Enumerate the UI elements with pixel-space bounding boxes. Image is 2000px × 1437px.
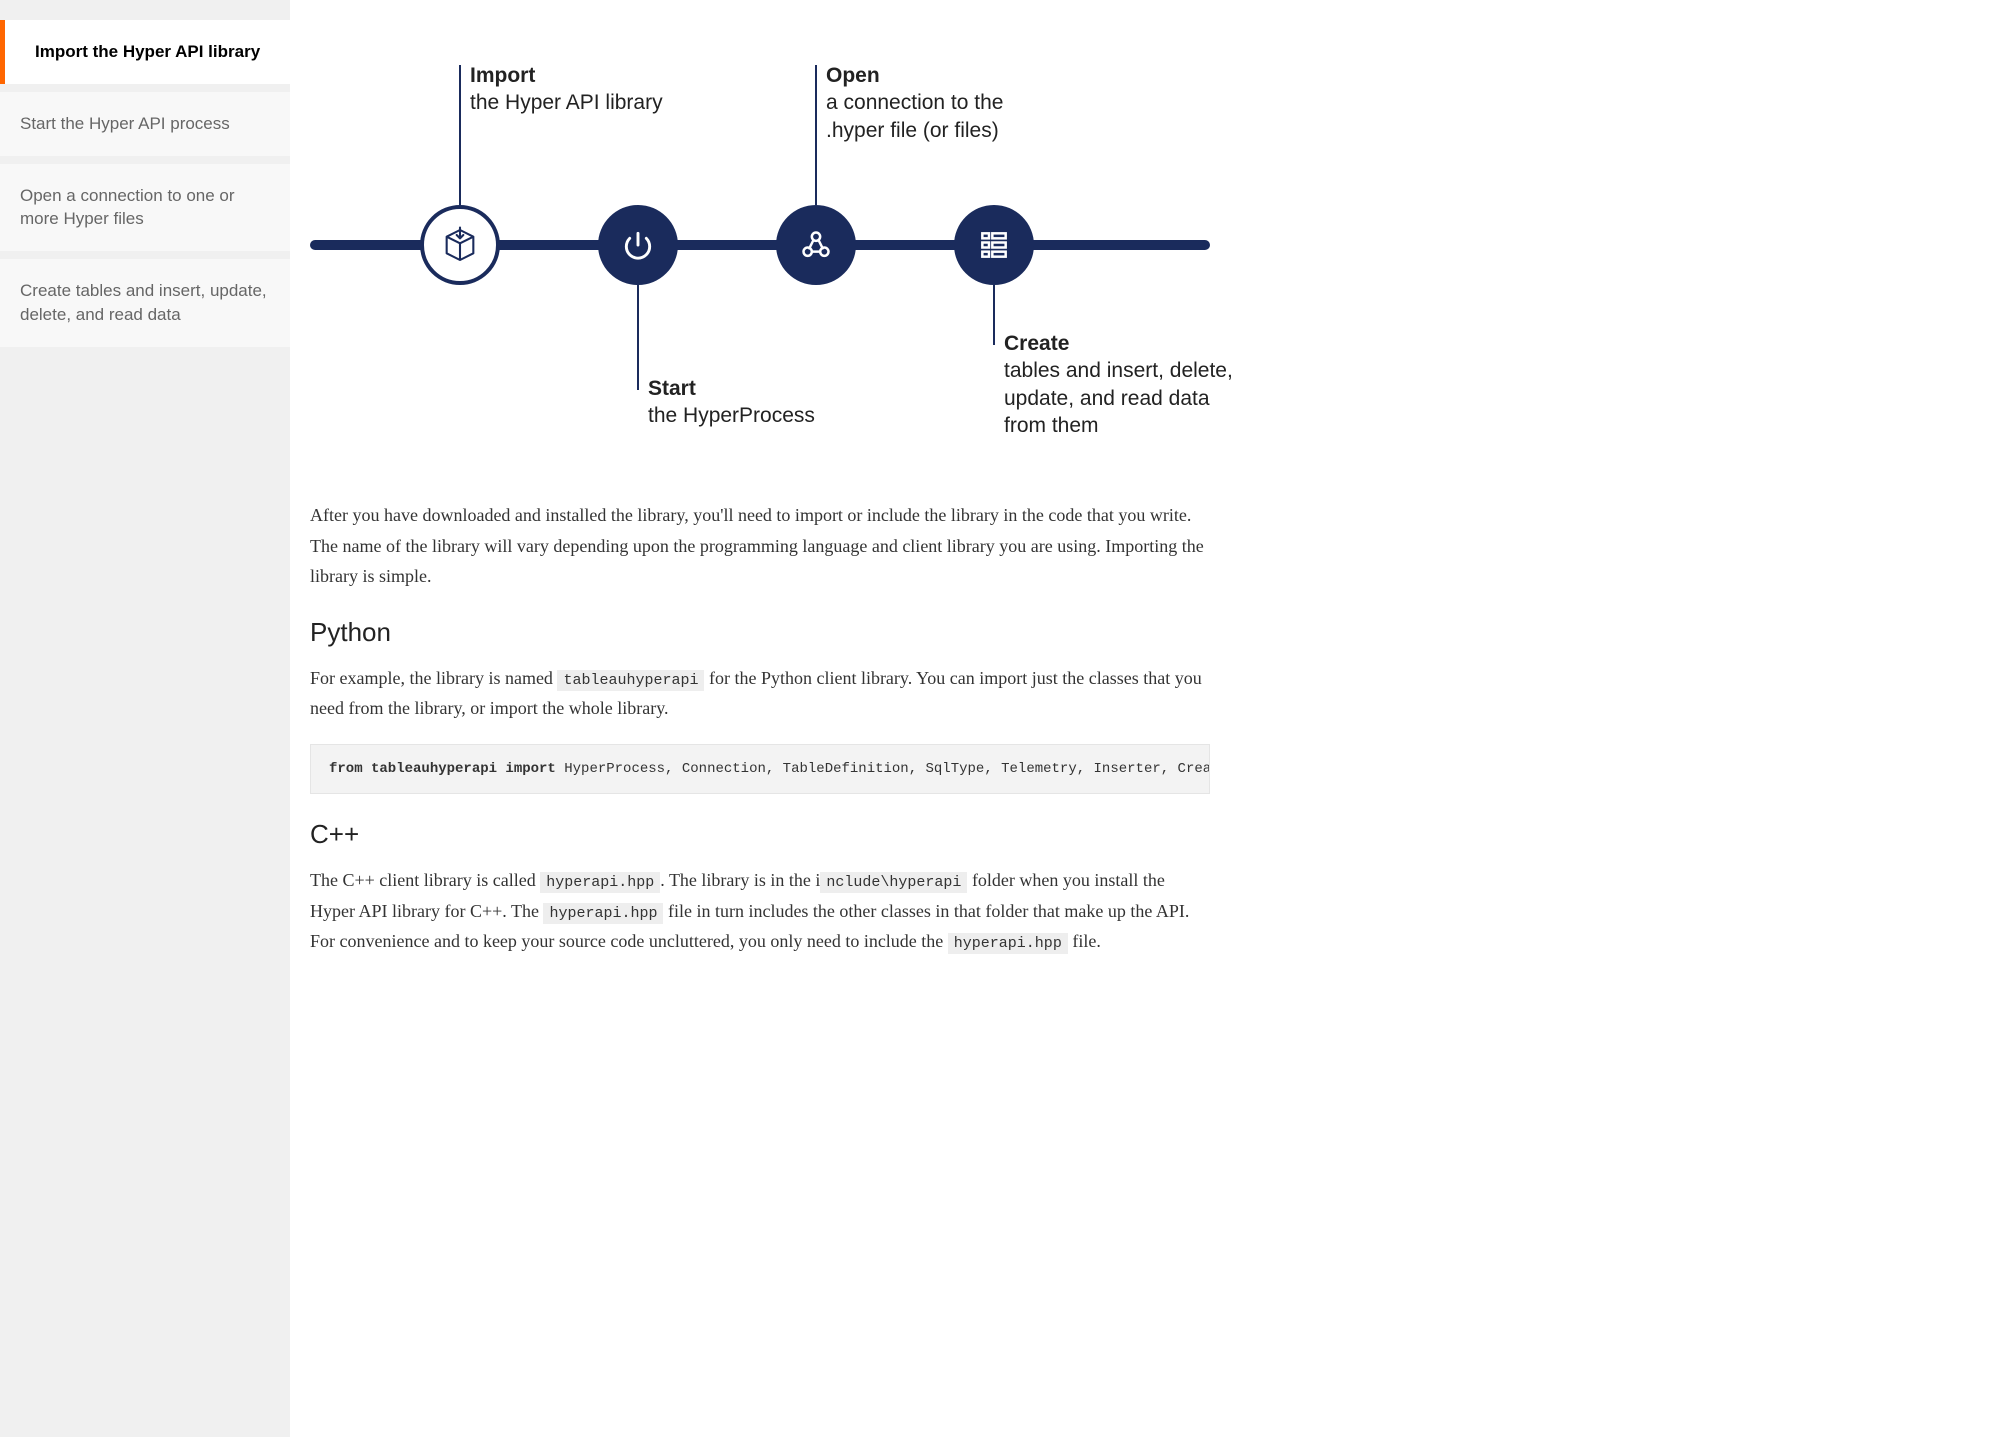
nav-open[interactable]: Open a connection to one or more Hyper f… <box>0 164 290 252</box>
inline-code: tableauhyperapi <box>557 670 704 691</box>
process-diagram: Importthe Hyper API library Opena connec… <box>310 30 1210 460</box>
article-body: After you have downloaded and installed … <box>310 500 1210 957</box>
diagram-vline <box>815 65 817 205</box>
node-open <box>776 205 856 285</box>
python-codeblock: from tableauhyperapi import HyperProcess… <box>310 744 1210 794</box>
inline-code: hyperapi.hpp <box>543 903 663 924</box>
python-heading: Python <box>310 617 1210 648</box>
sidebar: Import the Hyper API library Start the H… <box>0 0 290 1437</box>
inline-code: nclude\hyperapi <box>820 872 967 893</box>
cpp-paragraph: The C++ client library is called hyperap… <box>310 865 1210 957</box>
inline-code: hyperapi.hpp <box>948 933 1068 954</box>
main-content: Importthe Hyper API library Opena connec… <box>290 0 1250 1437</box>
node-start <box>598 205 678 285</box>
diagram-vline <box>459 65 461 205</box>
node-create <box>954 205 1034 285</box>
label-open: Opena connection to the .hyper file (or … <box>826 62 1046 144</box>
label-import: Importthe Hyper API library <box>470 62 690 117</box>
intro-paragraph: After you have downloaded and installed … <box>310 500 1210 592</box>
nav-import[interactable]: Import the Hyper API library <box>0 20 290 84</box>
nav-create[interactable]: Create tables and insert, update, delete… <box>0 259 290 347</box>
python-paragraph: For example, the library is named tablea… <box>310 663 1210 724</box>
share-icon <box>796 225 836 265</box>
diagram-vline <box>993 285 995 345</box>
node-import <box>420 205 500 285</box>
label-start: Startthe HyperProcess <box>648 375 868 430</box>
cube-icon <box>440 225 480 265</box>
nav-start[interactable]: Start the Hyper API process <box>0 92 290 156</box>
cpp-heading: C++ <box>310 819 1210 850</box>
inline-code: hyperapi.hpp <box>540 872 660 893</box>
diagram-vline <box>637 285 639 390</box>
label-create: Createtables and insert, delete, update,… <box>1004 330 1234 439</box>
list-icon <box>974 225 1014 265</box>
power-icon <box>618 225 658 265</box>
